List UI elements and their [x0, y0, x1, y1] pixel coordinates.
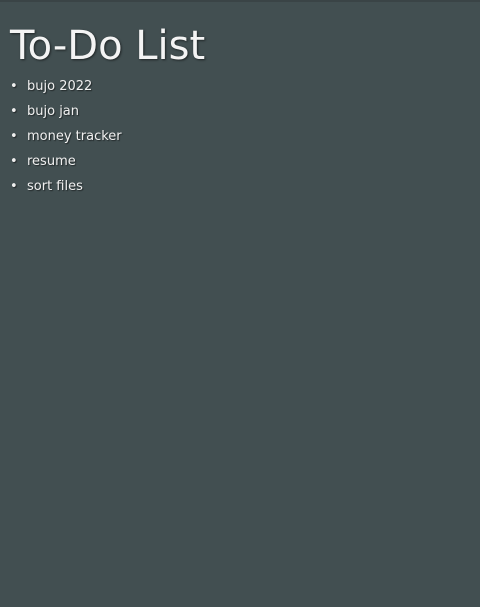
- bullet-icon: •: [10, 179, 18, 194]
- bullet-icon: •: [10, 154, 18, 169]
- todo-item[interactable]: • bujo 2022: [10, 78, 470, 103]
- todo-list: • bujo 2022 • bujo jan • money tracker •…: [10, 78, 470, 203]
- todo-item[interactable]: • sort files: [10, 178, 470, 203]
- page-title: To-Do List: [10, 23, 206, 69]
- todo-item-label: sort files: [27, 179, 83, 194]
- bullet-icon: •: [10, 129, 18, 144]
- bullet-icon: •: [10, 79, 18, 94]
- todo-container: To-Do List • bujo 2022 • bujo jan • mone…: [10, 22, 470, 203]
- todo-item-label: bujo jan: [27, 104, 80, 119]
- todo-item-label: resume: [27, 154, 76, 169]
- window-top-edge: [0, 0, 480, 2]
- todo-item[interactable]: • bujo jan: [10, 103, 470, 128]
- todo-item[interactable]: • money tracker: [10, 128, 470, 153]
- todo-item[interactable]: • resume: [10, 153, 470, 178]
- bullet-icon: •: [10, 104, 18, 119]
- todo-item-label: bujo 2022: [27, 79, 93, 94]
- todo-item-label: money tracker: [27, 129, 122, 144]
